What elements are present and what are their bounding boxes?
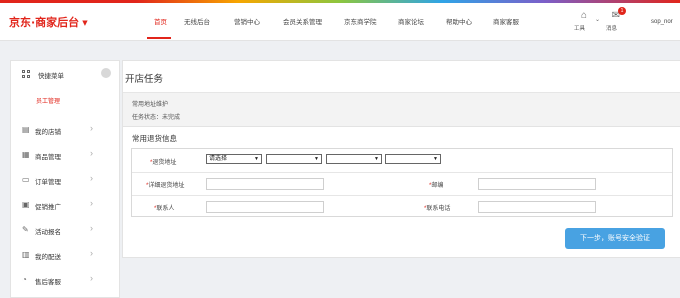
delivery-icon: ▥ — [22, 250, 30, 259]
zip-label: *邮编 — [429, 183, 444, 189]
brand-logo[interactable]: 京东·商家后台 ▼ — [9, 14, 88, 30]
zip-input[interactable] — [478, 178, 596, 190]
return-info-form: *退货地址 请选择 ▼ ▼ ▼ ▼ *详细退货地址 *邮编 *联系人 *联系电话 — [131, 148, 673, 217]
sidebar-subitem-staff[interactable]: 员工管理 — [36, 96, 60, 105]
activity-icon: ✎ — [22, 225, 29, 234]
district-select[interactable]: ▼ — [326, 154, 382, 164]
task-status: 任务状态：未完成 — [132, 115, 181, 121]
dropdown-arrow-icon: ▼ — [254, 156, 259, 162]
aftersale-icon: ◔ — [22, 275, 27, 284]
sidebar-item-delivery[interactable]: ▥ 我的配送 › — [11, 243, 121, 268]
chevron-right-icon: › — [90, 173, 93, 183]
detail-address-input[interactable] — [206, 178, 324, 190]
order-icon: ▭ — [22, 175, 30, 184]
sidebar-item-aftersale[interactable]: ◔ 售后客服 › — [11, 268, 121, 293]
chevron-right-icon: › — [90, 123, 93, 133]
promotion-icon: ▣ — [22, 200, 30, 209]
page-title: 开店任务 — [125, 74, 164, 85]
chevron-right-icon: › — [90, 248, 93, 258]
chevron-right-icon: › — [90, 273, 93, 283]
task-name: 常用地址维护 — [132, 102, 169, 108]
form-row-contact: *联系人 *联系电话 — [132, 195, 672, 218]
phone-input[interactable] — [478, 201, 596, 213]
sidebar: 快捷菜单 员工管理 ▤ 我的店铺 › ▦ 商品管理 › ▭ 订单管理 › ▣ 促… — [10, 60, 120, 298]
dropdown-arrow-icon: ▼ — [314, 156, 319, 162]
quick-menu-header[interactable]: 快捷菜单 — [11, 61, 121, 87]
nav-help[interactable]: 帮助中心 — [446, 16, 472, 26]
sidebar-item-activity[interactable]: ✎ 活动报名 › — [11, 218, 121, 243]
nav-wireless[interactable]: 无线后台 — [184, 16, 210, 26]
sidebar-item-orders[interactable]: ▭ 订单管理 › — [11, 168, 121, 193]
city-select[interactable]: ▼ — [266, 154, 322, 164]
chevron-right-icon: › — [90, 198, 93, 208]
nav-membership[interactable]: 会员关系管理 — [283, 16, 322, 26]
nav-academy[interactable]: 京东商学院 — [344, 16, 377, 26]
product-icon: ▦ — [22, 150, 30, 159]
province-select[interactable]: 请选择 ▼ — [206, 154, 262, 164]
message-count-badge: 1 — [618, 7, 626, 15]
tools-button[interactable]: ⌂ 工具 — [574, 10, 594, 32]
sidebar-item-store[interactable]: ▤ 我的店铺 › — [11, 118, 121, 143]
logo-dropdown-icon[interactable]: ▼ — [82, 19, 87, 27]
tools-chevron-icon[interactable]: ⌄ — [595, 16, 600, 23]
phone-label: *联系电话 — [424, 206, 451, 212]
nav-service[interactable]: 商家客服 — [493, 16, 519, 26]
store-icon: ▤ — [22, 125, 30, 134]
main-panel: 开店任务 常用地址维护 任务状态：未完成 常用退货信息 *退货地址 请选择 ▼ ▼… — [122, 60, 680, 258]
tools-icon: ⌂ — [580, 10, 588, 21]
section-title: 常用退货信息 — [132, 134, 177, 143]
user-name[interactable]: sop_nor — [651, 19, 673, 25]
town-select[interactable]: ▼ — [385, 154, 441, 164]
next-step-button[interactable]: 下一步，账号安全验证 — [565, 228, 665, 249]
chevron-right-icon: › — [90, 148, 93, 158]
nav-home[interactable]: 首页 — [154, 16, 167, 26]
sidebar-item-products[interactable]: ▦ 商品管理 › — [11, 143, 121, 168]
form-row-detail: *详细退货地址 *邮编 — [132, 172, 672, 195]
detail-address-label: *详细退货地址 — [146, 183, 185, 189]
nav-forum[interactable]: 商家论坛 — [398, 16, 424, 26]
dropdown-arrow-icon: ▼ — [433, 156, 438, 162]
task-info-box: 常用地址维护 任务状态：未完成 — [123, 93, 680, 127]
grid-icon — [22, 70, 30, 78]
nav-marketing[interactable]: 营销中心 — [234, 16, 260, 26]
sidebar-item-promotion[interactable]: ▣ 促销推广 › — [11, 193, 121, 218]
form-row-address: *退货地址 请选择 ▼ ▼ ▼ ▼ — [132, 149, 672, 172]
top-header: 京东·商家后台 ▼ 首页 无线后台 营销中心 会员关系管理 京东商学院 商家论坛 … — [0, 3, 680, 41]
nav-active-underline — [147, 37, 171, 39]
dropdown-arrow-icon: ▼ — [374, 156, 379, 162]
contact-input[interactable] — [206, 201, 324, 213]
contact-label: *联系人 — [154, 206, 175, 212]
chevron-right-icon: › — [90, 223, 93, 233]
gear-icon[interactable] — [101, 68, 111, 78]
messages-button[interactable]: ✉ 1 消息 — [606, 7, 626, 32]
address-label: *退货地址 — [150, 160, 177, 166]
